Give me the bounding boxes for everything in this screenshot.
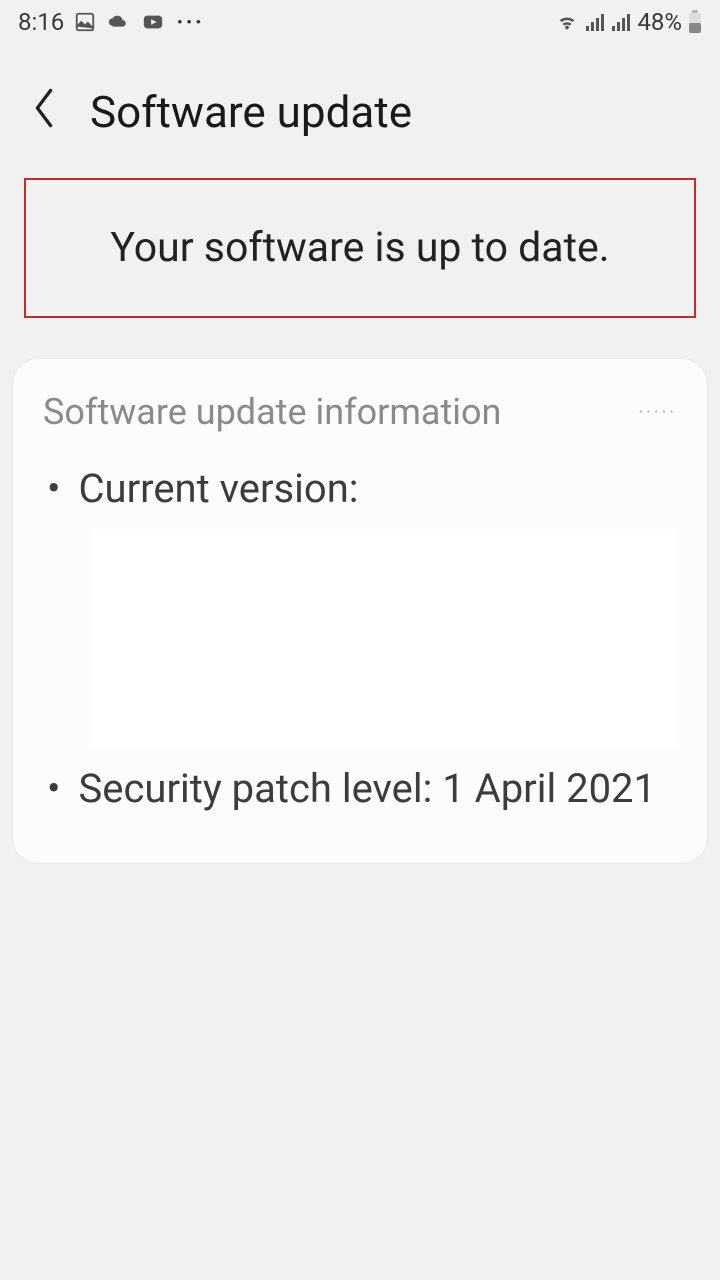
status-left: 8:16 ···: [18, 8, 204, 36]
card-header: Software update information ·····: [43, 391, 677, 433]
status-bar: 8:16 ··· 48%: [0, 0, 720, 44]
page-title: Software update: [90, 86, 412, 138]
battery-icon: [688, 10, 702, 34]
youtube-icon: [140, 11, 166, 33]
version-value-redacted: [91, 529, 677, 749]
gallery-icon: [74, 11, 96, 33]
app-header: Software update: [0, 44, 720, 178]
more-dots-icon: ·····: [638, 402, 677, 423]
status-banner: Your software is up to date.: [24, 178, 696, 318]
list-item: • Current version:: [43, 461, 677, 517]
status-time: 8:16: [18, 8, 64, 36]
current-version-label: Current version:: [79, 461, 359, 517]
bullet-icon: •: [43, 761, 79, 817]
signal-icon-1: [585, 12, 605, 32]
back-button[interactable]: [30, 86, 58, 138]
card-title: Software update information: [43, 391, 501, 433]
cloud-icon: [106, 11, 130, 33]
wifi-icon: [555, 11, 579, 33]
battery-percent: 48%: [637, 8, 682, 36]
update-info-card: Software update information ····· • Curr…: [12, 358, 708, 864]
list-item: • Security patch level: 1 April 2021: [43, 761, 677, 817]
status-message: Your software is up to date.: [56, 224, 664, 272]
signal-icon-2: [611, 12, 631, 32]
bullet-icon: •: [43, 461, 79, 517]
more-icon: ···: [176, 8, 204, 36]
info-list: • Current version: • Security patch leve…: [43, 461, 677, 817]
security-patch-label: Security patch level: 1 April 2021: [79, 761, 657, 817]
status-right: 48%: [555, 8, 702, 36]
